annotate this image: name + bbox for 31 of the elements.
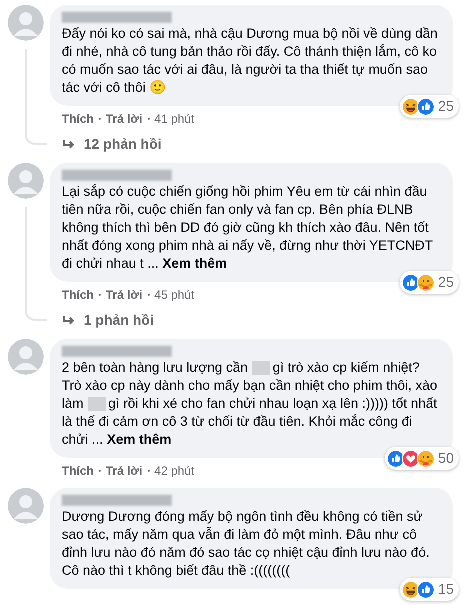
comment-text: Đấy nói ko có sai mà, nhà cậu Dương mua bộ nồi về dùng dần đi nhé, nhà cô tung bản thảo rồi đấy. Cô thánh thiện lắm, cô ko có muốn sao tác với ai đâu, là người ta tha thiết tự muốn sao tác với cô thôi 🙂: [62, 25, 439, 97]
avatar-icon[interactable]: [8, 163, 44, 199]
avatar-icon[interactable]: [8, 5, 44, 41]
reply-arrow-icon: [62, 138, 76, 150]
reaction-badge[interactable]: 15: [400, 578, 459, 601]
comment-action-link[interactable]: Trả lời: [106, 110, 143, 128]
reply-arrow-icon: [62, 314, 76, 326]
comment-action-link[interactable]: Trả lời: [106, 286, 143, 304]
reaction-count: 25: [438, 97, 454, 116]
avatar-icon[interactable]: [8, 339, 44, 375]
view-replies-link[interactable]: 1 phản hồi: [84, 310, 154, 331]
reaction-count: 50: [438, 449, 454, 468]
see-more-link[interactable]: Xem thêm: [107, 432, 172, 447]
comment-action-link[interactable]: Thích: [62, 462, 94, 480]
comment-text: 2 bên toàn hàng lưu lượng cần gì trò xào cp kiếm nhiệt? Trò xào cp này dành cho mấy bạn cần nhiệt cho phim thôi, xào làm gì rồi khi xé cho fan chửi nhau loạn xạ lên :))))) tốt nhất là thế đi cảm ơn cô 3 từ chối từ đầu tiên. Khỏi mắc công đi chửi ... Xem thêm: [62, 359, 438, 449]
comment-time: 45 phút: [154, 287, 195, 304]
comment-time: 41 phút: [154, 111, 195, 128]
reaction-badge[interactable]: 25: [400, 271, 459, 294]
comment-action-link[interactable]: Trả lời: [106, 462, 143, 480]
comment-action-link[interactable]: Thích: [62, 110, 94, 128]
reaction-badge[interactable]: 25: [400, 95, 459, 118]
reaction-badge[interactable]: 50: [385, 447, 459, 470]
reaction-count: 15: [438, 580, 454, 599]
comment-text: Lại sắp có cuộc chiến giống hồi phim Yêu em từ cái nhìn đầu tiên nữa rồi, cuộc chiến fan only và fan cp. Bên phía ĐLNB không thích thì bên DD đó giờ cũng kh thích xào đâu. Nên tốt nhất đóng xong phim nhà ai nấy về, đừng như thời YETCNĐT đi chửi nhau t ... Xem thêm: [62, 183, 434, 273]
comment-action-link[interactable]: Thích: [62, 286, 94, 304]
reaction-count: 25: [438, 273, 454, 292]
comment-time: 42 phút: [154, 463, 195, 480]
see-more-link[interactable]: Xem thêm: [162, 256, 228, 271]
avatar-icon[interactable]: [8, 488, 44, 524]
comment-text: Dương Dương đóng mấy bộ ngôn tình đều không có tiền sử sao tác, mấy năm qua vẫn đi làm đỏ một mình. Đâu như cô đỉnh lưu nào đó năm đó sao tác cọ nhiệt cậu đỉnh lưu nào đó. Cô nào thì t không biết đâu thề :((((((((: [62, 508, 431, 580]
view-replies-link[interactable]: 12 phản hồi: [84, 134, 162, 155]
